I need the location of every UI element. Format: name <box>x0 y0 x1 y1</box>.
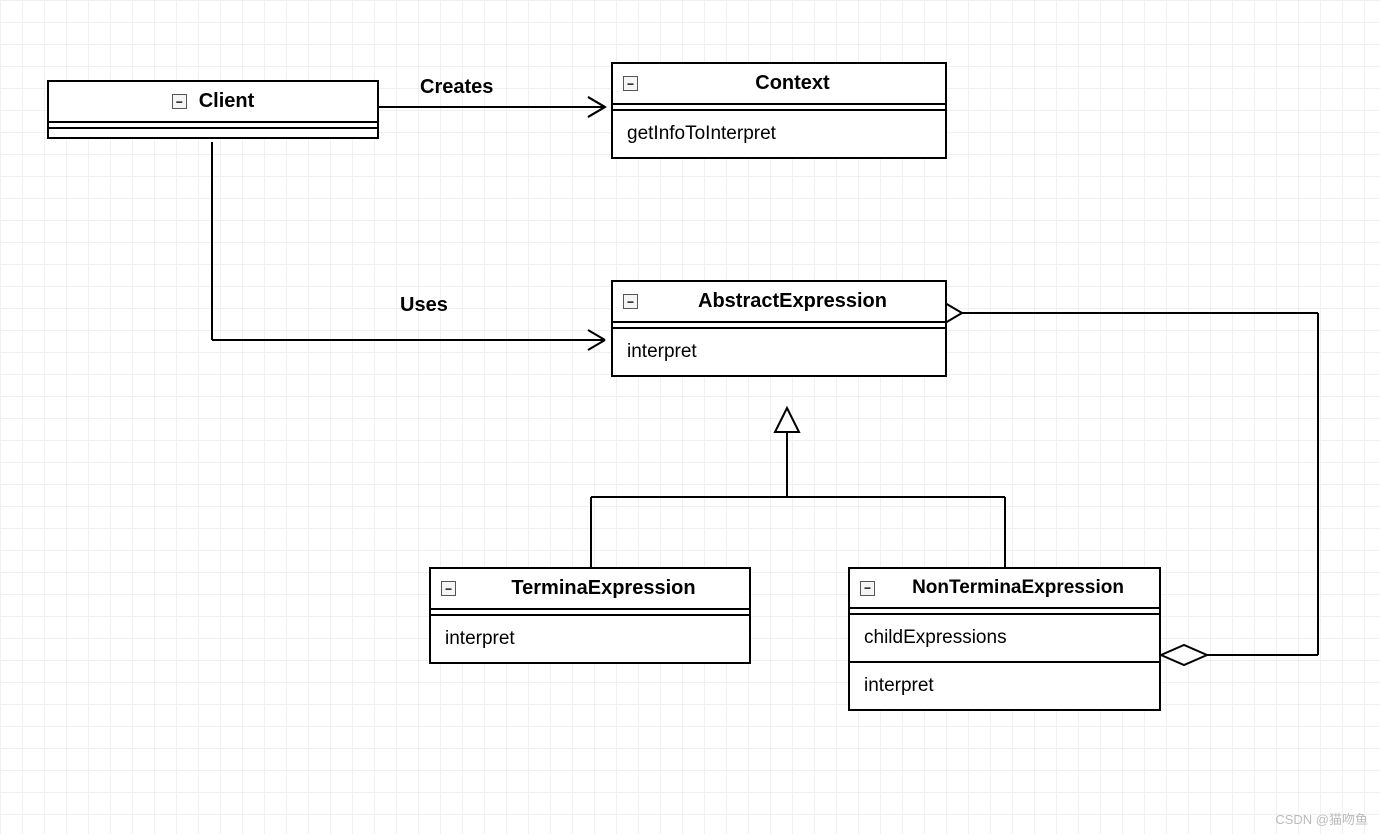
class-nonterminal-expression: − NonTerminaExpression childExpressions … <box>848 567 1161 711</box>
class-context: − Context getInfoToInterpret <box>611 62 947 159</box>
collapse-icon[interactable]: − <box>623 76 638 91</box>
class-method: interpret <box>613 329 945 375</box>
class-client-title: − Client <box>49 82 377 123</box>
class-name: Context <box>650 72 935 95</box>
collapse-icon[interactable]: − <box>860 581 875 596</box>
class-context-title: − Context <box>613 64 945 105</box>
class-method: interpret <box>850 661 1159 709</box>
class-attribute: childExpressions <box>850 615 1159 661</box>
class-name: AbstractExpression <box>650 290 935 313</box>
class-client: − Client <box>47 80 379 139</box>
class-abstractexpression-title: − AbstractExpression <box>613 282 945 323</box>
class-name: NonTerminaExpression <box>887 577 1149 599</box>
edge-label-uses: Uses <box>400 294 448 317</box>
collapse-icon[interactable]: − <box>441 581 456 596</box>
class-empty-section <box>49 129 377 137</box>
class-terminal-expression: − TerminaExpression interpret <box>429 567 751 664</box>
class-name: TerminaExpression <box>468 577 739 600</box>
class-name: Client <box>199 90 255 113</box>
class-nonterminalexpression-title: − NonTerminaExpression <box>850 569 1159 609</box>
class-method: getInfoToInterpret <box>613 111 945 157</box>
collapse-icon[interactable]: − <box>623 294 638 309</box>
edge-label-creates: Creates <box>420 76 493 99</box>
class-terminalexpression-title: − TerminaExpression <box>431 569 749 610</box>
collapse-icon[interactable]: − <box>172 94 187 109</box>
class-abstract-expression: − AbstractExpression interpret <box>611 280 947 377</box>
watermark: CSDN @猫吻鱼 <box>1275 809 1368 828</box>
class-method: interpret <box>431 616 749 662</box>
